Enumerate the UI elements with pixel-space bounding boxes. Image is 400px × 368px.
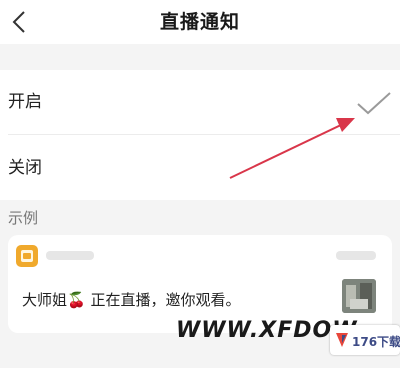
option-on-label: 开启 — [8, 92, 42, 112]
notification-message: 大师姐🍒 正在直播，邀你观看。 — [22, 291, 241, 309]
option-on[interactable]: 开启 — [0, 70, 400, 135]
divider — [8, 134, 400, 135]
live-thumbnail — [342, 279, 376, 313]
app-name-placeholder — [46, 251, 94, 260]
watermark-badge-text: 176下载网 — [352, 335, 400, 349]
time-placeholder — [336, 251, 376, 260]
option-off-label: 关闭 — [8, 158, 42, 178]
watermark-badge: 176下载网 — [330, 325, 400, 355]
page-title: 直播通知 — [159, 11, 240, 33]
option-off[interactable]: 关闭 — [0, 136, 400, 200]
example-section-label: 示例 — [8, 209, 39, 227]
app-icon — [16, 245, 38, 267]
site-logo-icon — [336, 333, 348, 347]
app-logo-icon — [21, 250, 33, 262]
notification-options: 开启 关闭 — [0, 70, 400, 200]
checkmark-icon — [357, 92, 391, 115]
nav-bar: 直播通知 — [0, 0, 400, 44]
